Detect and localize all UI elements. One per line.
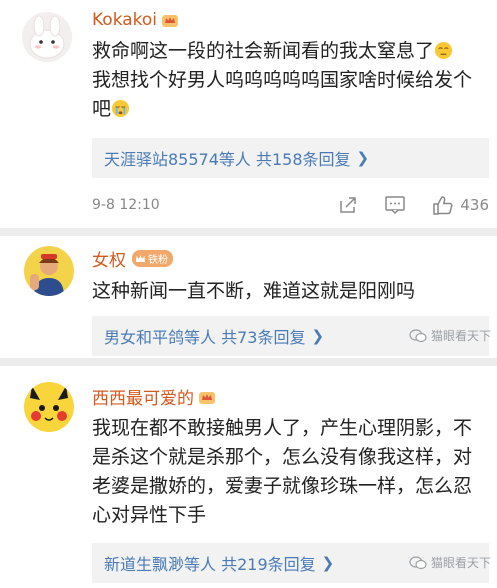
- watermark: 猫眼看天下: [409, 554, 491, 571]
- sigh-emoji-icon: [434, 41, 453, 60]
- comment-2: 女权 铁粉 这种新闻一直不断，难道这就是阳刚吗 男女和平鸽等人 共73条回复 ❯…: [0, 236, 497, 356]
- avatar[interactable]: [24, 246, 74, 296]
- avatar[interactable]: [22, 12, 72, 62]
- thumbs-up-icon: [433, 196, 453, 215]
- comment-meta: 9-8 12:10 436: [92, 190, 489, 220]
- chevron-right-icon: ❯: [311, 327, 325, 345]
- comment-text: 我现在都不敢接触男人了，产生心理阴影，不是杀这个就是杀那个，怎么没有像我这样，对…: [92, 417, 473, 526]
- chevron-right-icon: ❯: [356, 149, 370, 167]
- username[interactable]: Kokakoi: [92, 10, 179, 30]
- crown-icon: [136, 255, 145, 262]
- username[interactable]: 女权 铁粉: [92, 246, 173, 271]
- share-button[interactable]: [338, 195, 358, 215]
- wechat-icon: [409, 328, 427, 342]
- comment-text: 这种新闻一直不断，难道这就是阳刚吗: [92, 280, 416, 302]
- username-text[interactable]: 女权: [92, 246, 126, 271]
- crying-emoji-icon: [111, 99, 130, 118]
- fan-badge: 铁粉: [132, 250, 173, 267]
- username[interactable]: 西西最可爱的: [92, 384, 216, 409]
- username-text[interactable]: Kokakoi: [92, 10, 157, 30]
- comment-3: 西西最可爱的 我现在都不敢接触男人了，产生心理阴影，不是杀这个就是杀那个，怎么没…: [0, 366, 497, 588]
- avatar[interactable]: [24, 382, 74, 432]
- reply-summary-button[interactable]: 天涯驿站85574等人 共158条回复 ❯: [92, 138, 489, 178]
- comment-text: 救命啊这一段的社会新闻看的我太窒息了 我想找个好男人呜呜呜呜呜国家啥时候给发个吧: [92, 40, 473, 120]
- timestamp: 9-8 12:10: [92, 197, 160, 213]
- watermark: 猫眼看天下: [409, 327, 491, 344]
- share-icon: [340, 197, 357, 213]
- comment-1: Kokakoi 救命啊这一段的社会新闻看的我太窒息了 我想找个好男人呜呜呜呜呜国…: [0, 0, 497, 232]
- crown-badge-icon: [199, 391, 215, 404]
- like-count: 436: [460, 196, 489, 214]
- chevron-right-icon: ❯: [321, 554, 335, 572]
- divider: [0, 228, 497, 236]
- wechat-icon: [409, 555, 427, 569]
- username-text[interactable]: 西西最可爱的: [92, 384, 194, 409]
- crown-badge-icon: [162, 15, 179, 27]
- like-button[interactable]: 436: [432, 194, 489, 216]
- comment-icon: [385, 196, 406, 215]
- divider: [0, 358, 497, 366]
- comment-button[interactable]: [384, 195, 406, 215]
